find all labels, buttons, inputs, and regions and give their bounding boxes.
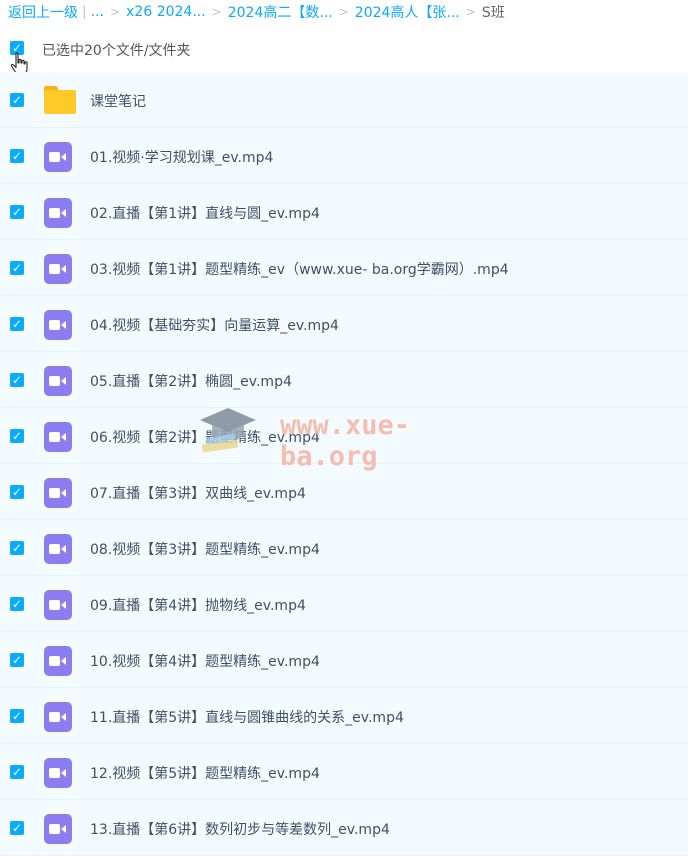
row-checkbox[interactable]: ✓ [10,485,24,499]
file-name[interactable]: 09.直播【第4讲】抛物线_ev.mp4 [90,595,306,615]
file-name[interactable]: 06.视频【第2讲】题型精练_ev.mp4 [90,427,320,447]
check-icon: ✓ [10,205,24,219]
row-checkbox[interactable]: ✓ [10,709,24,723]
check-icon: ✓ [10,653,24,667]
breadcrumb-divider: | [82,4,87,20]
breadcrumb-ellipsis[interactable]: ... [91,4,104,20]
video-file-icon [44,702,74,732]
row-checkbox[interactable]: ✓ [10,93,24,107]
file-name[interactable]: 11.直播【第5讲】直线与圆锥曲线的关系_ev.mp4 [90,707,404,727]
breadcrumb-item[interactable]: 2024高人【张... [355,2,460,22]
file-row[interactable]: ✓ 05.直播【第2讲】椭圆_ev.mp4 [0,352,688,408]
video-file-icon [44,478,74,508]
file-row[interactable]: ✓ 10.视频【第4讲】题型精练_ev.mp4 [0,632,688,688]
video-file-icon [44,422,74,452]
video-file-icon [44,366,74,396]
file-browser: 返回上一级 | ... > x26 2024... > 2024高二【数... … [0,0,688,857]
file-row[interactable]: ✓ 12.视频【第5讲】题型精练_ev.mp4 [0,744,688,800]
file-name[interactable]: 07.直播【第3讲】双曲线_ev.mp4 [90,483,306,503]
file-name[interactable]: 08.视频【第3讲】题型精练_ev.mp4 [90,539,320,559]
video-file-icon [44,646,74,676]
file-row[interactable]: ✓ 04.视频【基础夯实】向量运算_ev.mp4 [0,296,688,352]
row-checkbox[interactable]: ✓ [10,429,24,443]
selection-bar: ✓ 已选中20个文件/文件夹 [0,24,688,72]
file-row[interactable]: ✓ 01.视频·学习规划课_ev.mp4 [0,128,688,184]
video-file-icon [44,310,74,340]
video-file-icon [44,142,74,172]
check-icon: ✓ [10,709,24,723]
file-name[interactable]: 04.视频【基础夯实】向量运算_ev.mp4 [90,315,339,335]
file-row[interactable]: ✓ 07.直播【第3讲】双曲线_ev.mp4 [0,464,688,520]
video-file-icon [44,758,74,788]
row-checkbox[interactable]: ✓ [10,597,24,611]
breadcrumb-item[interactable]: 2024高二【数... [228,2,333,22]
check-icon: ✓ [10,429,24,443]
row-checkbox[interactable]: ✓ [10,205,24,219]
video-file-icon [44,198,74,228]
check-icon: ✓ [10,373,24,387]
row-checkbox[interactable]: ✓ [10,261,24,275]
file-name[interactable]: 02.直播【第1讲】直线与圆_ev.mp4 [90,203,320,223]
row-checkbox[interactable]: ✓ [10,653,24,667]
chevron-right-icon: > [110,5,121,19]
file-name[interactable]: 03.视频【第1讲】题型精练_ev（www.xue- ba.org学霸网）.mp… [90,259,509,279]
video-file-icon [44,254,74,284]
breadcrumb-current: S班 [481,5,505,21]
check-icon: ✓ [10,261,24,275]
chevron-right-icon: > [338,5,349,19]
check-icon: ✓ [10,541,24,555]
file-row[interactable]: ✓ 09.直播【第4讲】抛物线_ev.mp4 [0,576,688,632]
folder-row[interactable]: ✓ 课堂笔记 [0,72,688,128]
file-row[interactable]: ✓ 13.直播【第6讲】数列初步与等差数列_ev.mp4 [0,800,688,856]
file-list: ✓ 课堂笔记 ✓ 01.视频·学习规划课_ev.mp4 ✓ 02.直播【第1讲】直线与圆_… [0,72,688,856]
chevron-right-icon: > [465,5,476,19]
video-file-icon [44,590,74,620]
chevron-right-icon: > [211,5,222,19]
file-name[interactable]: 12.视频【第5讲】题型精练_ev.mp4 [90,763,320,783]
video-file-icon [44,814,74,844]
file-row[interactable]: ✓ 08.视频【第3讲】题型精练_ev.mp4 [0,520,688,576]
back-link[interactable]: 返回上一级 [8,2,78,22]
row-checkbox[interactable]: ✓ [10,149,24,163]
file-name[interactable]: 课堂笔记 [90,91,146,111]
check-icon: ✓ [10,149,24,163]
check-icon: ✓ [10,93,24,107]
check-icon: ✓ [10,317,24,331]
folder-icon [44,86,76,116]
row-checkbox[interactable]: ✓ [10,317,24,331]
breadcrumb-item[interactable]: x26 2024... [126,4,206,20]
breadcrumb: 返回上一级 | ... > x26 2024... > 2024高二【数... … [0,0,688,24]
row-checkbox[interactable]: ✓ [10,541,24,555]
row-checkbox[interactable]: ✓ [10,373,24,387]
selection-summary: 已选中20个文件/文件夹 [42,43,191,59]
file-row[interactable]: ✓ 02.直播【第1讲】直线与圆_ev.mp4 [0,184,688,240]
row-checkbox[interactable]: ✓ [10,821,24,835]
check-icon: ✓ [10,765,24,779]
file-name[interactable]: 01.视频·学习规划课_ev.mp4 [90,147,273,167]
check-icon: ✓ [10,597,24,611]
check-icon: ✓ [10,485,24,499]
check-icon: ✓ [10,821,24,835]
file-name[interactable]: 13.直播【第6讲】数列初步与等差数列_ev.mp4 [90,819,390,839]
file-row[interactable]: ✓ 03.视频【第1讲】题型精练_ev（www.xue- ba.org学霸网）.m… [0,240,688,296]
file-name[interactable]: 05.直播【第2讲】椭圆_ev.mp4 [90,371,292,391]
row-checkbox[interactable]: ✓ [10,765,24,779]
video-file-icon [44,534,74,564]
file-row[interactable]: ✓ 06.视频【第2讲】题型精练_ev.mp4 [0,408,688,464]
file-row[interactable]: ✓ 11.直播【第5讲】直线与圆锥曲线的关系_ev.mp4 [0,688,688,744]
file-name[interactable]: 10.视频【第4讲】题型精练_ev.mp4 [90,651,320,671]
